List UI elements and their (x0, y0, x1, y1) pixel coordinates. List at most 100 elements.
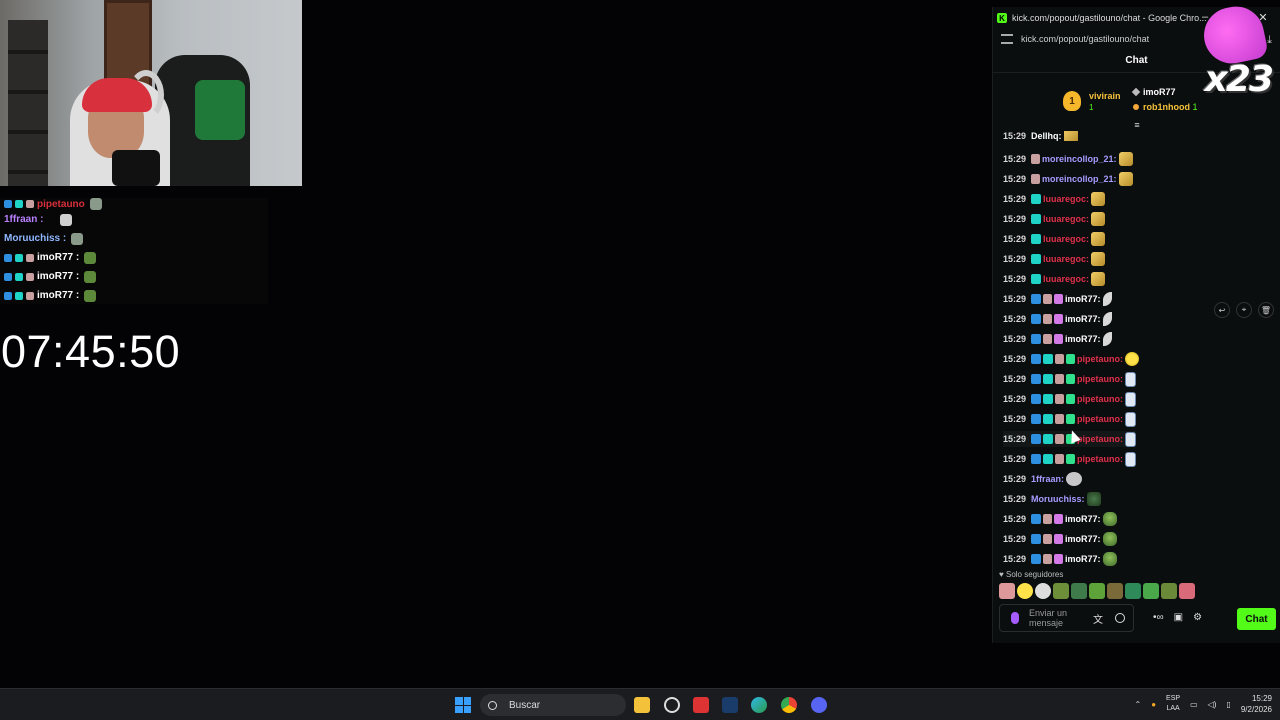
quick-emote-bar[interactable] (999, 583, 1195, 601)
emote-quick-11[interactable] (1179, 583, 1195, 599)
emote-blue-icon (1125, 411, 1137, 427)
chat-message[interactable]: 15:29 imoR77: (1003, 291, 1112, 307)
message-username[interactable]: imoR77: (1065, 534, 1101, 544)
volume-icon[interactable]: ◁) (1208, 700, 1217, 709)
message-username[interactable]: pipetauno: (1077, 414, 1123, 424)
message-username[interactable]: moreincollop_21: (1042, 154, 1117, 164)
chat-message[interactable]: 15:29 pipetauno: (1003, 371, 1137, 387)
translate-icon[interactable]: 文 (1093, 611, 1103, 626)
message-username[interactable]: 1ffraan: (1031, 474, 1064, 484)
edge-icon[interactable] (751, 697, 767, 713)
chat-message[interactable]: 15:29 imoR77: (1003, 551, 1117, 567)
message-username[interactable]: luuaregoc: (1043, 274, 1089, 284)
message-username[interactable]: Moruuchiss: (1031, 494, 1085, 504)
message-username[interactable]: luuaregoc: (1043, 214, 1089, 224)
emoji-icon[interactable] (1115, 613, 1125, 623)
chat-message[interactable]: 15:29 pipetauno: (1003, 411, 1137, 427)
chrome-icon[interactable] (781, 697, 797, 713)
emote-quick-6[interactable] (1089, 583, 1105, 599)
site-settings-icon[interactable] (1001, 34, 1013, 44)
message-username[interactable]: pipetauno: (1077, 354, 1123, 364)
emote-quick-9[interactable] (1143, 583, 1159, 599)
message-username[interactable]: imoR77: (1065, 294, 1101, 304)
emote-quick-2[interactable] (1017, 583, 1033, 599)
emote-quick-5[interactable] (1071, 583, 1087, 599)
chat-message[interactable]: 15:29 luuaregoc: (1003, 191, 1106, 207)
windows-start-icon[interactable] (455, 697, 471, 713)
chat-message[interactable]: 15:29 1ffraan: (1003, 471, 1083, 487)
pin-icon[interactable]: ⌖ (1236, 302, 1252, 318)
message-username[interactable]: luuaregoc: (1043, 194, 1089, 204)
chat-message[interactable]: 15:29 moreincollop_21: (1003, 151, 1133, 167)
file-explorer-icon[interactable] (634, 697, 650, 713)
message-username[interactable]: Dellhq: (1031, 131, 1062, 141)
moderator-badge-icon (1031, 414, 1042, 424)
chat-message[interactable]: 15:29 luuaregoc: (1003, 271, 1106, 287)
third-gifter-name[interactable]: rob1nhood (1143, 102, 1190, 112)
chat-message[interactable]: 15:29 luuaregoc: (1003, 211, 1106, 227)
chat-message[interactable]: 15:29 pipetauno: (1003, 351, 1140, 367)
chat-message[interactable]: 15:29 pipetauno: (1003, 451, 1137, 467)
chat-message[interactable]: 15:29 Moruuchiss: (1003, 491, 1101, 507)
hammer-badge-icon (1043, 534, 1053, 544)
message-username[interactable]: pipetauno: (1077, 374, 1123, 384)
gear-icon[interactable]: ⚙ (1193, 612, 1202, 623)
tray-app-icon[interactable]: ● (1151, 700, 1156, 709)
microphone-icon[interactable] (1011, 612, 1019, 624)
app-red-icon[interactable] (693, 697, 709, 713)
top-gifters-leaderboard[interactable]: 1 vivirain 1 imoR77 rob1nhood 1 (1063, 85, 1213, 121)
points-icon[interactable]: •∞ (1153, 612, 1164, 623)
taskbar-search[interactable]: Buscar (480, 694, 626, 716)
send-chat-button[interactable]: Chat (1237, 608, 1276, 630)
network-icon[interactable]: ▭ (1190, 700, 1198, 709)
reply-icon[interactable]: ↩ (1214, 302, 1230, 318)
chat-message[interactable]: 15:29 imoR77: (1003, 531, 1117, 547)
chat-message[interactable]: 15:29 luuaregoc: (1003, 231, 1106, 247)
chat-message[interactable]: 15:29 luuaregoc: (1003, 251, 1106, 267)
message-username[interactable]: pipetauno: (1077, 454, 1123, 464)
message-timestamp: 15:29 (1003, 154, 1027, 164)
message-username[interactable]: imoR77: (1065, 554, 1101, 564)
obs-icon[interactable] (664, 697, 680, 713)
chat-message-list[interactable]: 15:29 Dellhq: 15:29 moreincollop_21: 15:29 mo… (993, 127, 1280, 571)
chat-message[interactable]: 15:29 imoR77: (1003, 311, 1112, 327)
subscriber-badge-icon (1054, 514, 1064, 524)
url-text[interactable]: kick.com/popout/gastilouno/chat (1021, 34, 1149, 44)
chat-message[interactable]: 15:29 pipetauno: (1003, 391, 1137, 407)
overlay-username: 1ffraan : (4, 214, 44, 225)
chat-message[interactable]: 15:29 imoR77: (1003, 331, 1112, 347)
tray-chevron-icon[interactable]: ⌃ (1135, 700, 1142, 709)
emote-quick-1[interactable] (999, 583, 1015, 599)
emote-quick-10[interactable] (1161, 583, 1177, 599)
language-indicator[interactable]: ESP LAA (1166, 694, 1180, 714)
emote-quick-7[interactable] (1107, 583, 1123, 599)
delete-icon[interactable]: 🗑 (1258, 302, 1274, 318)
message-username[interactable]: pipetauno: (1077, 394, 1123, 404)
steam-icon[interactable] (722, 697, 738, 713)
chat-input[interactable]: Enviar un mensaje 文 (999, 604, 1134, 632)
chat-message[interactable]: 15:29 imoR77: (1003, 511, 1117, 527)
clock[interactable]: 15:29 9/2/2026 (1241, 693, 1272, 715)
emote-quick-4[interactable] (1053, 583, 1069, 599)
message-username[interactable]: moreincollop_21: (1042, 174, 1117, 184)
battery-icon[interactable]: ▯ (1226, 700, 1230, 709)
message-username[interactable]: pipetauno: (1077, 434, 1123, 444)
message-username[interactable]: luuaregoc: (1043, 254, 1089, 264)
hammer-badge-icon (1043, 314, 1053, 324)
gift-badge-icon (1066, 394, 1076, 404)
chat-message[interactable]: 15:29 Dellhq: (1003, 131, 1078, 141)
store-icon[interactable]: ▣ (1174, 612, 1183, 623)
message-username[interactable]: imoR77: (1065, 334, 1101, 344)
vip-badge-icon (1043, 354, 1054, 364)
emote-quick-8[interactable] (1125, 583, 1141, 599)
chat-message[interactable]: 15:29 moreincollop_21: (1003, 171, 1133, 187)
message-username[interactable]: imoR77: (1065, 514, 1101, 524)
message-username[interactable]: imoR77: (1065, 314, 1101, 324)
second-gifter-name[interactable]: imoR77 (1143, 87, 1176, 97)
taskbar-search-label[interactable]: Buscar (509, 700, 540, 711)
discord-icon[interactable] (811, 697, 827, 713)
top-gifter-name[interactable]: vivirain (1089, 91, 1121, 101)
message-username[interactable]: luuaregoc: (1043, 234, 1089, 244)
emote-quick-3[interactable] (1035, 583, 1051, 599)
chat-input-placeholder[interactable]: Enviar un mensaje (1029, 608, 1083, 628)
